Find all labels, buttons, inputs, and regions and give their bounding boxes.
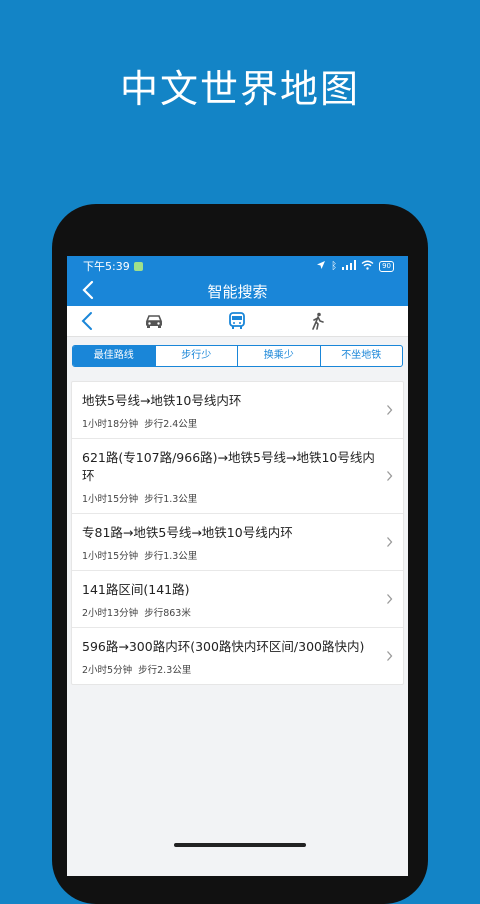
route-walk: 步行1.3公里 [144,551,198,562]
transport-mode-bar [67,306,408,337]
app-screen: 下午5:39 ᛒ 90 智能搜索 最佳路线 步行少 换乘少 不坐地铁 地铁5号线… [67,256,408,876]
route-title: 141路区间(141路) [82,582,190,597]
bluetooth-icon: ᛒ [331,260,338,272]
walk-icon[interactable] [310,312,326,334]
list-item[interactable]: 专81路→地铁5号线→地铁10号线内环 1小时15分钟 步行1.3公里 [72,514,403,571]
app-header: 智能搜索 [67,276,408,306]
tab-best-route[interactable]: 最佳路线 [73,346,155,366]
route-duration: 2小时13分钟 [82,608,139,619]
route-meta: 1小时18分钟 步行2.4公里 [82,416,383,430]
list-item[interactable]: 141路区间(141路) 2小时13分钟 步行863米 [72,571,403,628]
page-title: 智能搜索 [207,282,268,301]
chevron-left-icon[interactable] [81,311,93,335]
route-meta: 1小时15分钟 步行1.3公里 [82,548,383,562]
chevron-right-icon [386,647,393,666]
route-preference-tabs: 最佳路线 步行少 换乘少 不坐地铁 [72,345,403,367]
list-item[interactable]: 621路(专107路/966路)→地铁5号线→地铁10号线内环 1小时15分钟 … [72,439,403,514]
route-walk: 步行1.3公里 [144,494,198,505]
list-item[interactable]: 596路→300路内环(300路快内环区间/300路快内) 2小时5分钟 步行2… [72,628,403,684]
wifi-icon [361,260,374,273]
list-item[interactable]: 地铁5号线→地铁10号线内环 1小时18分钟 步行2.4公里 [72,382,403,439]
signal-icon [342,259,357,273]
route-walk: 步行2.4公里 [144,419,198,430]
tab-fewer-transfers[interactable]: 换乘少 [237,346,320,366]
chevron-right-icon [386,401,393,420]
promo-title: 中文世界地图 [119,67,360,111]
route-title: 专81路→地铁5号线→地铁10号线内环 [82,525,293,540]
route-list: 地铁5号线→地铁10号线内环 1小时18分钟 步行2.4公里 621路(专107… [71,381,404,685]
status-bar: 下午5:39 ᛒ 90 [67,256,408,276]
route-walk: 步行2.3公里 [138,665,192,676]
battery-icon: 90 [379,260,394,272]
route-duration: 1小时15分钟 [82,551,139,562]
bus-icon[interactable] [227,312,247,334]
route-meta: 2小时5分钟 步行2.3公里 [82,662,383,676]
route-duration: 1小时15分钟 [82,494,139,505]
chevron-right-icon [386,533,393,552]
route-meta: 1小时15分钟 步行1.3公里 [82,491,383,505]
home-indicator [174,843,306,847]
notification-icon [133,261,143,271]
chevron-right-icon [386,467,393,486]
route-meta: 2小时13分钟 步行863米 [82,605,383,619]
route-duration: 2小时5分钟 [82,665,133,676]
route-walk: 步行863米 [144,608,191,619]
route-title: 596路→300路内环(300路快内环区间/300路快内) [82,639,365,654]
route-title: 621路(专107路/966路)→地铁5号线→地铁10号线内环 [82,450,375,483]
chevron-left-icon[interactable] [81,279,95,305]
tab-no-subway[interactable]: 不坐地铁 [319,346,403,366]
route-duration: 1小时18分钟 [82,419,139,430]
tab-less-walking[interactable]: 步行少 [154,346,238,366]
car-icon[interactable] [144,312,164,334]
chevron-right-icon [386,590,393,609]
route-title: 地铁5号线→地铁10号线内环 [82,393,242,408]
location-icon [316,260,326,273]
status-time: 下午5:39 [83,260,130,273]
